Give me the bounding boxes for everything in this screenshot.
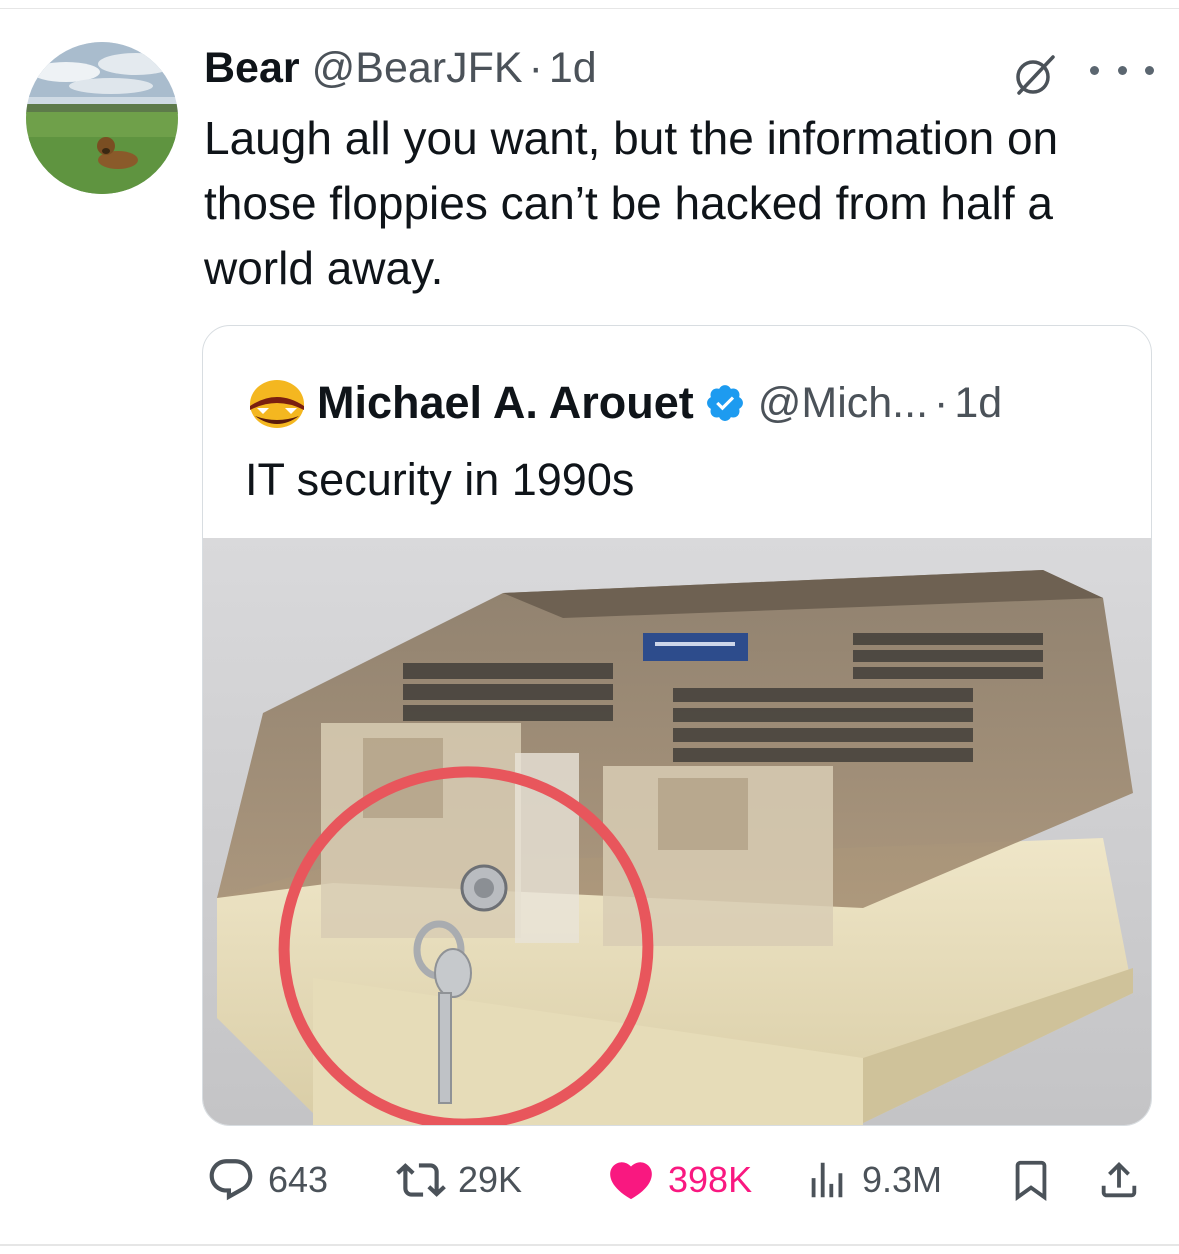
grok-icon[interactable]: [1013, 53, 1057, 97]
reply-icon: [209, 1159, 253, 1201]
bookmark-icon: [1015, 1160, 1047, 1201]
views-count: 9.3M: [862, 1159, 943, 1200]
quoted-post-image[interactable]: [203, 538, 1151, 1125]
quoted-post-text: IT security in 1990s: [245, 454, 635, 505]
post-header: Bear @BearJFK · 1d: [204, 38, 597, 98]
repost-count: 29K: [458, 1159, 523, 1200]
post-text: Laugh all you want, but the information …: [204, 112, 1059, 294]
author-name[interactable]: Bear: [204, 44, 300, 93]
post-timestamp[interactable]: 1d: [549, 44, 597, 93]
share-button[interactable]: [1096, 1140, 1142, 1220]
more-options-icon[interactable]: [1090, 50, 1154, 90]
quoted-author-handle[interactable]: @Mich...: [758, 379, 928, 428]
share-icon: [1101, 1161, 1137, 1198]
reply-count: 643: [268, 1159, 329, 1200]
views-icon: [811, 1162, 843, 1198]
author-avatar[interactable]: [26, 42, 178, 194]
post-action-bar: 643 29K 398K 9.3M: [0, 1140, 1179, 1220]
verified-badge-icon: [706, 385, 743, 421]
bookmark-button[interactable]: [1008, 1140, 1054, 1220]
quoted-author-avatar: [245, 376, 309, 430]
bottom-divider: [0, 1244, 1179, 1246]
quoted-author-name[interactable]: Michael A. Arouet: [317, 377, 694, 429]
like-button[interactable]: 398K: [606, 1140, 752, 1220]
quoted-post-card[interactable]: Michael A. Arouet @Mich... · 1d IT secur…: [202, 325, 1152, 1126]
reply-button[interactable]: 643: [206, 1140, 328, 1220]
like-count: 398K: [668, 1159, 753, 1200]
more-dot: [1090, 65, 1099, 75]
repost-icon: [396, 1163, 446, 1197]
more-dot: [1117, 65, 1127, 75]
repost-button[interactable]: 29K: [396, 1140, 522, 1220]
author-handle[interactable]: @BearJFK: [312, 44, 523, 93]
top-divider: [0, 8, 1179, 9]
quoted-post-header: Michael A. Arouet @Mich... · 1d: [317, 370, 1002, 436]
more-dot: [1145, 65, 1154, 75]
like-heart-icon: [610, 1162, 652, 1200]
header-separator: ·: [528, 43, 543, 92]
quoted-post-timestamp[interactable]: 1d: [954, 379, 1002, 428]
views-button[interactable]: 9.3M: [804, 1140, 942, 1220]
quoted-header-separator: ·: [934, 378, 949, 427]
